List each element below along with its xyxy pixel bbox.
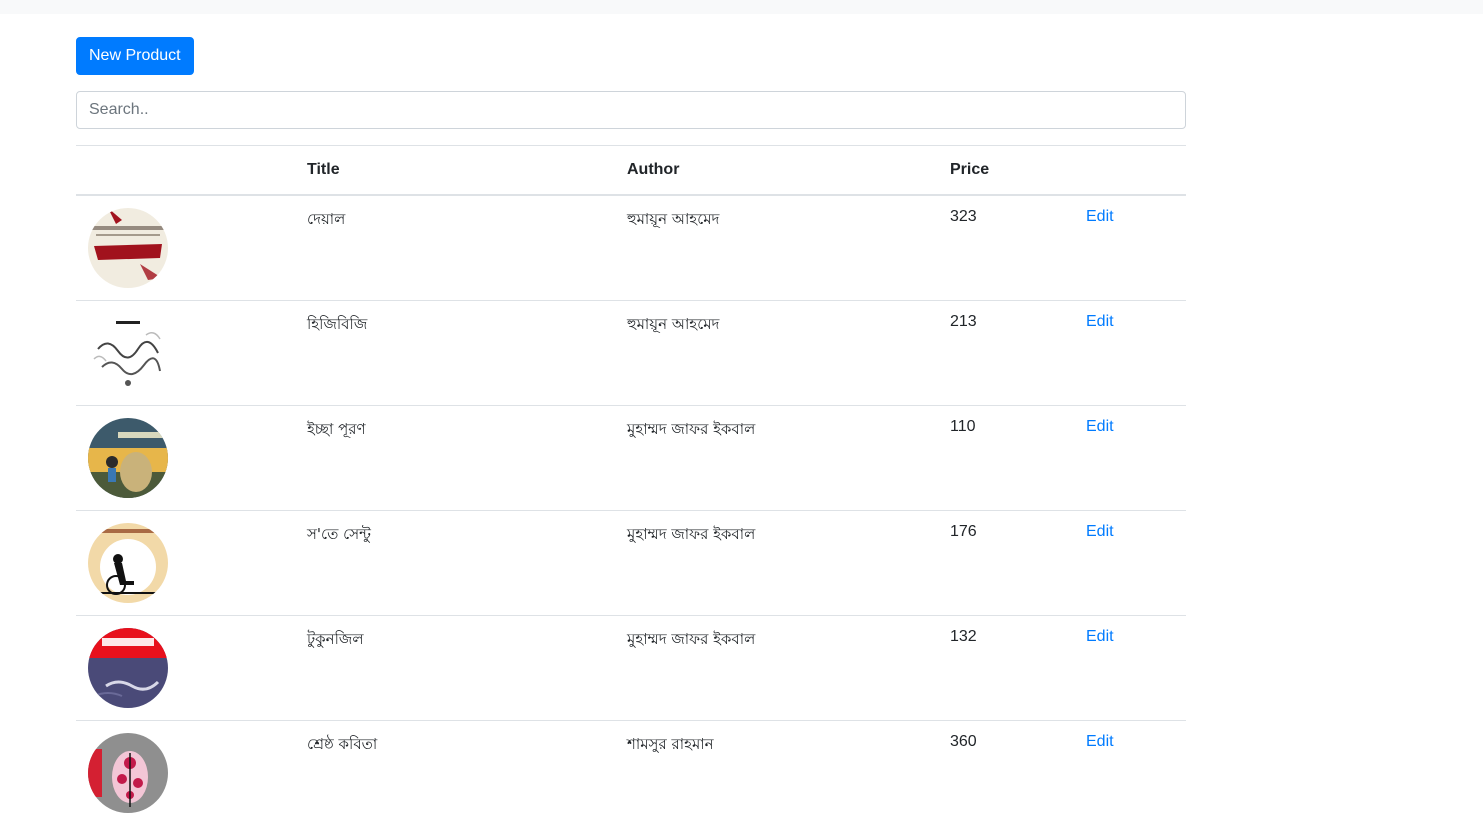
edit-link[interactable]: Edit [1086,313,1114,330]
table-row: দেয়াল হুমায়ূন আহমেদ 323 Edit [76,195,1186,301]
book-title: দেয়াল [307,209,346,228]
book-author: মুহাম্মদ জাফর ইকবাল [615,404,938,510]
book-title: ইচ্ছা পূরণ [295,404,615,510]
edit-link[interactable]: Edit [1086,523,1114,540]
header-title: Title [295,145,615,196]
book-cover-image [88,207,168,288]
main-container: New Product Title Author Price [76,37,1186,825]
book-price: 360 [938,719,1074,825]
edit-link[interactable]: Edit [1086,418,1114,435]
top-navbar [0,0,1483,14]
header-actions [1074,145,1186,196]
table-row: টুকুনজিল মুহাম্মদ জাফর ইকবাল 132 Edit [76,614,1186,720]
book-author: হুমায়ূন আহমেদ [627,209,720,228]
products-table: Title Author Price দেয়াল হুমায়ূন আহমেদ… [76,145,1186,825]
book-author: হুমায়ূন আহমেদ [615,299,938,405]
book-title: শ্রেষ্ঠ কবিতা [295,719,615,825]
book-author: মুহাম্মদ জাফর ইকবাল [615,509,938,615]
table-row: শ্রেষ্ঠ কবিতা শামসুর রাহমান 360 Edit [76,719,1186,825]
book-price: 323 [950,207,977,225]
table-row: ইচ্ছা পূরণ মুহাম্মদ জাফর ইকবাল 110 Edit [76,404,1186,510]
book-author: মুহাম্মদ জাফর ইকবাল [615,614,938,720]
edit-link[interactable]: Edit [1086,208,1114,225]
book-author: শামসুর রাহমান [615,719,938,825]
book-price: 110 [938,404,1074,510]
book-cover-image [88,312,168,393]
book-cover-image [88,522,168,603]
book-price: 213 [938,299,1074,405]
header-cover [76,145,295,196]
table-row: স'তে সেন্টু মুহাম্মদ জাফর ইকবাল 176 Edit [76,509,1186,615]
book-title: হিজিবিজি [295,299,615,405]
header-author: Author [615,145,938,196]
book-cover-image [88,627,168,708]
header-price: Price [938,145,1074,196]
new-product-button[interactable]: New Product [76,37,194,75]
book-price: 132 [938,614,1074,720]
book-cover-image [88,417,168,498]
edit-link[interactable]: Edit [1086,628,1114,645]
edit-link[interactable]: Edit [1086,733,1114,750]
table-header: Title Author Price [76,145,1186,196]
book-cover-image [88,732,168,813]
book-price: 176 [938,509,1074,615]
book-title: টুকুনজিল [295,614,615,720]
book-title: স'তে সেন্টু [295,509,615,615]
search-input[interactable] [76,91,1186,129]
table-row: হিজিবিজি হুমায়ূন আহমেদ 213 Edit [76,299,1186,405]
